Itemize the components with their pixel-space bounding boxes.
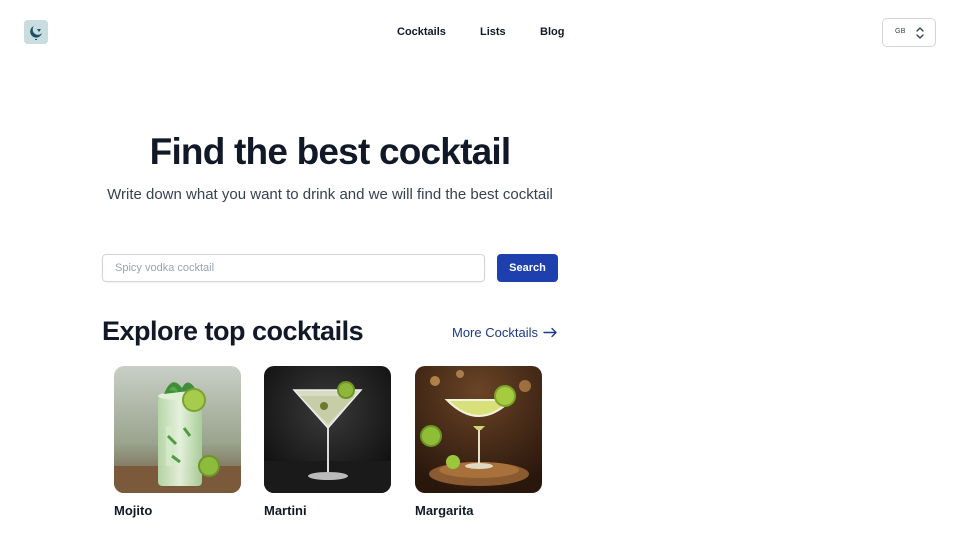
cocktail-card-mojito[interactable]: Mojito	[114, 366, 241, 518]
explore-title: Explore top cocktails	[102, 316, 364, 346]
main-nav: Cocktails Lists Blog	[0, 25, 960, 41]
hero-subtitle: Write down what you want to drink and we…	[107, 186, 553, 203]
cocktail-name: Margarita	[415, 503, 474, 518]
mojito-image	[114, 366, 241, 493]
search-input[interactable]	[102, 254, 485, 282]
arrow-right-icon[interactable]	[543, 327, 558, 338]
nav-lists-link[interactable]: Lists	[480, 25, 506, 39]
language-select[interactable]: GB	[882, 18, 936, 47]
more-cocktails-link[interactable]: More Cocktails	[452, 325, 538, 340]
margarita-image	[415, 366, 542, 493]
chevron-up-down-icon	[916, 27, 924, 39]
nav-cocktails-link[interactable]: Cocktails	[397, 25, 446, 39]
site-header: Cocktails Lists Blog GB	[0, 0, 960, 64]
hero-title: Find the best cocktail	[149, 131, 512, 172]
martini-image	[264, 366, 391, 493]
cocktail-name: Mojito	[114, 503, 153, 518]
nav-blog-link[interactable]: Blog	[540, 25, 564, 39]
cocktail-name: Martini	[264, 503, 307, 518]
cocktail-card-margarita[interactable]: Margarita	[415, 366, 542, 518]
language-code: GB	[895, 28, 906, 35]
search-button[interactable]: Search	[497, 254, 558, 282]
cocktail-card-martini[interactable]: Martini	[264, 366, 391, 518]
